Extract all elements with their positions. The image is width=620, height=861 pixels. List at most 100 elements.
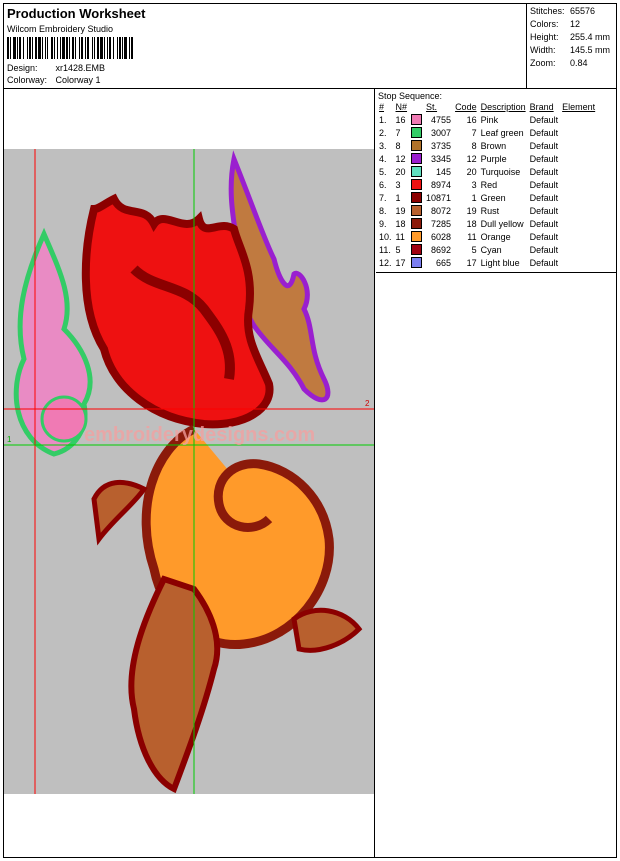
row-swatch — [409, 243, 424, 256]
app-name: Wilcom Embroidery Studio — [7, 24, 114, 34]
barcode-bar — [66, 37, 68, 59]
row-needle: 5 — [395, 244, 401, 255]
stop-sequence-row: 6. 3 8974 3 Red Default — [377, 178, 597, 191]
row-index: 11. — [379, 244, 391, 255]
row-swatch — [409, 230, 424, 243]
stat-width: Width: 145.5 mm — [530, 45, 611, 55]
row-brand: Default — [529, 179, 559, 190]
barcode-bar — [42, 37, 43, 59]
stats-panel: Stitches: 65576 Colors: 12 Height: 255.4 mm… — [526, 4, 617, 88]
color-swatch — [411, 205, 423, 217]
design-value: xr1428.EMB — [55, 63, 106, 73]
color-swatch — [411, 166, 423, 178]
colorway-value: Colorway 1 — [55, 75, 101, 85]
barcode-bar — [109, 37, 111, 59]
barcode-bar — [38, 37, 41, 59]
row-index: 7. — [379, 192, 387, 203]
barcode-bar — [122, 37, 123, 59]
stat-zoom: Zoom: 0.84 — [530, 58, 588, 68]
right-claw — [291, 607, 363, 653]
barcode-bar — [131, 37, 133, 59]
page-title: Production Worksheet — [7, 6, 146, 21]
row-description: Cyan — [480, 244, 502, 255]
barcode-bar — [104, 37, 105, 59]
stop-sequence-row: 4. 12 3345 12 Purple Default — [377, 152, 597, 165]
color-swatch — [411, 127, 423, 139]
row-element — [560, 217, 597, 230]
row-stitches: 3735 — [431, 140, 452, 151]
row-description: Rust — [480, 205, 500, 216]
row-element — [560, 165, 597, 178]
barcode-bar — [92, 37, 93, 59]
row-element — [560, 243, 597, 256]
row-needle: 12 — [395, 153, 406, 164]
row-stitches: 8692 — [431, 244, 452, 255]
row-brand: Default — [529, 231, 559, 242]
barcode-bar — [10, 37, 11, 59]
row-description: Turquoise — [480, 166, 521, 177]
row-element — [560, 152, 597, 165]
row-stitches: 10871 — [426, 192, 452, 203]
row-needle: 20 — [395, 166, 406, 177]
dragon-artwork: 1 2 embroiderydesigns.com — [4, 149, 374, 794]
barcode-bar — [87, 37, 89, 59]
row-description: Brown — [480, 140, 507, 151]
color-swatch — [411, 257, 423, 269]
stop-sequence-panel: Stop Sequence: # N# St. Code Description… — [376, 89, 616, 273]
col-element: Element — [562, 102, 596, 112]
row-element — [560, 139, 597, 152]
barcode-bar — [45, 37, 46, 59]
row-description: Dull yellow — [480, 218, 524, 229]
row-brand: Default — [529, 114, 559, 125]
guide-label-left: 1 — [7, 435, 12, 444]
row-stitches: 3345 — [431, 153, 452, 164]
row-element — [560, 113, 597, 126]
colorway-row: Colorway: Colorway 1 — [7, 75, 101, 85]
barcode-bar — [7, 37, 9, 59]
row-swatch — [409, 139, 424, 152]
watermark: embroiderydesigns.com — [84, 424, 315, 446]
row-swatch — [409, 191, 424, 204]
barcode-bar — [51, 37, 53, 59]
row-code: 3 — [471, 179, 477, 190]
row-needle: 11 — [395, 231, 405, 242]
barcode-bar — [81, 37, 83, 59]
barcode-bar — [29, 37, 31, 59]
row-index: 10. — [379, 231, 392, 242]
col-index: # — [379, 102, 385, 112]
barcode-bar — [54, 37, 55, 59]
guide-label-right: 2 — [365, 399, 370, 408]
row-brand: Default — [529, 153, 559, 164]
row-swatch — [409, 256, 424, 269]
stop-sequence-table: # N# St. Code Description Brand Element … — [377, 101, 597, 269]
row-code: 18 — [466, 218, 477, 229]
stop-sequence-row: 3. 8 3735 8 Brown Default — [377, 139, 597, 152]
stop-sequence-row: 11. 5 8692 5 Cyan Default — [377, 243, 597, 256]
row-swatch — [409, 152, 424, 165]
worksheet-header: Production Worksheet Wilcom Embroidery S… — [4, 4, 616, 89]
pink-orb — [40, 395, 88, 443]
design-canvas: 1 2 embroiderydesigns.com — [4, 149, 374, 794]
col-swatch — [409, 101, 424, 113]
row-index: 9. — [379, 218, 387, 229]
stop-sequence-header-row: # N# St. Code Description Brand Element — [377, 101, 597, 113]
row-stitches: 3007 — [431, 127, 452, 138]
stop-sequence-row: 12. 17 665 17 Light blue Default — [377, 256, 597, 269]
stop-sequence-row: 9. 18 7285 18 Dull yellow Default — [377, 217, 597, 230]
row-brand: Default — [529, 244, 559, 255]
col-description: Description — [480, 102, 526, 112]
row-code: 20 — [466, 166, 477, 177]
barcode-bar — [75, 37, 76, 59]
row-needle: 8 — [395, 140, 401, 151]
row-code: 12 — [466, 153, 477, 164]
row-index: 1. — [379, 114, 387, 125]
row-needle: 1 — [395, 192, 401, 203]
row-index: 5. — [379, 166, 387, 177]
barcode-bar — [17, 37, 18, 59]
row-needle: 17 — [395, 257, 406, 268]
color-swatch — [411, 192, 423, 204]
stop-sequence-row: 2. 7 3007 7 Leaf green Default — [377, 126, 597, 139]
row-description: Red — [480, 179, 498, 190]
row-stitches: 6028 — [431, 231, 452, 242]
stat-colors: Colors: 12 — [530, 19, 581, 29]
